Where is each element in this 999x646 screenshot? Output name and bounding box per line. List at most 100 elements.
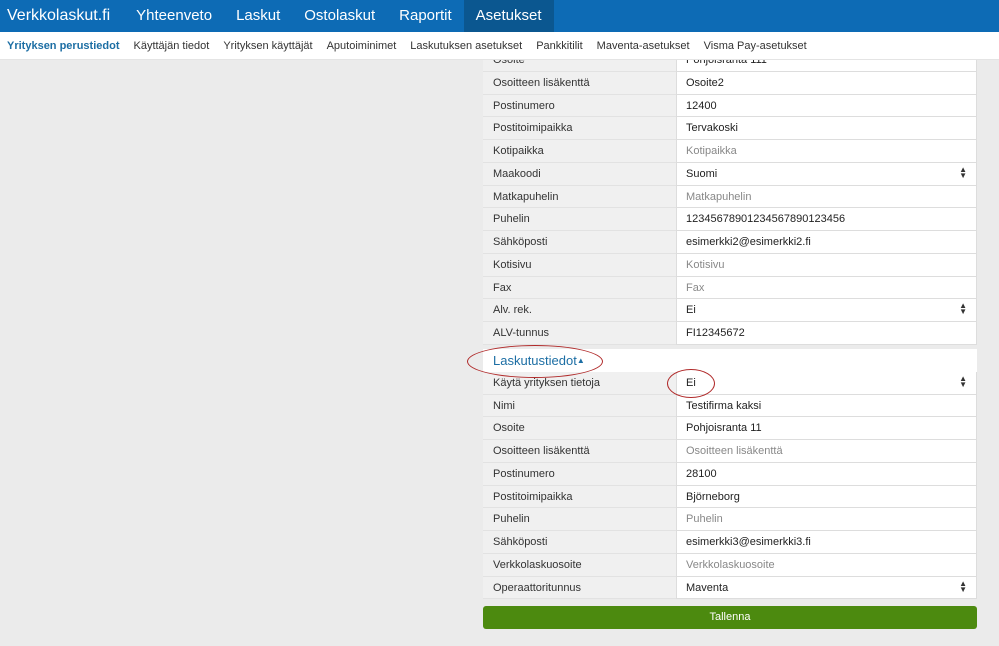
- placeholder-text: Verkkolaskuosoite: [686, 558, 775, 571]
- text-field[interactable]: Puhelin: [676, 508, 977, 531]
- field-label: Postinumero: [483, 94, 676, 118]
- field-label: Osoite: [483, 417, 676, 440]
- text-field[interactable]: Matkapuhelin: [676, 185, 977, 209]
- save-button[interactable]: Tallenna: [483, 606, 977, 629]
- select-field[interactable]: Maventa ▲ ▼: [676, 576, 977, 600]
- field-value: Ei: [686, 304, 696, 317]
- field-label: Postitoimipaikka: [483, 485, 676, 509]
- field-value: esimerkki2@esimerkki2.fi: [686, 236, 811, 248]
- select-field[interactable]: Suomi ▲ ▼: [676, 162, 977, 186]
- select-arrows-icon: ▲ ▼: [959, 164, 967, 180]
- placeholder-text: Kotisivu: [686, 258, 725, 271]
- text-field[interactable]: Verkkolaskuosoite: [676, 553, 977, 577]
- select-arrows-icon: ▲ ▼: [959, 578, 967, 594]
- field-value: 28100: [686, 467, 717, 480]
- text-field[interactable]: FI12345672: [676, 322, 977, 345]
- form-row: Osoitteen lisäkenttä Osoitteen lisäkenttä: [483, 440, 977, 463]
- annotation-ellipse: [467, 345, 603, 378]
- annotation-ellipse: [667, 369, 715, 398]
- form-row: Operaattoritunnus Maventa ▲ ▼: [483, 576, 977, 600]
- field-label: Alv. rek.: [483, 299, 676, 322]
- form-row: ALV-tunnus FI12345672: [483, 322, 977, 345]
- form-row: Fax Fax: [483, 276, 977, 300]
- text-field[interactable]: Testifirma kaksi: [676, 394, 977, 418]
- field-value: Tervakoski: [686, 122, 738, 135]
- field-label: Nimi: [483, 394, 676, 418]
- text-field[interactable]: 28100: [676, 462, 977, 486]
- text-field[interactable]: Björneborg: [676, 485, 977, 509]
- form-row: Postitoimipaikka Björneborg: [483, 485, 977, 509]
- text-field[interactable]: Kotisivu: [676, 253, 977, 277]
- placeholder-text: Kotipaikka: [686, 145, 737, 157]
- form-row: Postinumero 28100: [483, 462, 977, 486]
- form-row: Verkkolaskuosoite Verkkolaskuosoite: [483, 553, 977, 577]
- select-field[interactable]: Ei ▲ ▼: [676, 299, 977, 322]
- text-field[interactable]: Kotipaikka: [676, 140, 977, 163]
- form-row: Sähköposti esimerkki2@esimerkki2.fi: [483, 231, 977, 254]
- settings-form: Osoite Pohjoisranta 111 Osoitteen lisäkent…: [483, 49, 977, 600]
- field-label: Matkapuhelin: [483, 185, 676, 209]
- text-field[interactable]: Osoite2: [676, 71, 977, 95]
- form-row: Alv. rek. Ei ▲ ▼: [483, 299, 977, 322]
- text-field[interactable]: esimerkki2@esimerkki2.fi: [676, 231, 977, 254]
- tab-yrityksen-kayttajat[interactable]: Yrityksen käyttäjät: [216, 32, 319, 59]
- tab-pankkitilit[interactable]: Pankkitilit: [529, 32, 589, 59]
- billing-fields: Käytä yrityksen tietoja Ei ▲ ▼ Nimi Testifirm…: [483, 371, 977, 600]
- field-label: Kotipaikka: [483, 140, 676, 163]
- placeholder-text: Puhelin: [686, 513, 723, 526]
- field-label: Verkkolaskuosoite: [483, 553, 676, 577]
- nav-asetukset[interactable]: Asetukset: [463, 0, 554, 32]
- top-nav: Verkkolaskut.fi Yhteenveto Laskut Ostola…: [0, 0, 999, 32]
- field-label: Postinumero: [483, 462, 676, 486]
- text-field[interactable]: Tervakoski: [676, 117, 977, 140]
- tab-maventa-asetukset[interactable]: Maventa-asetukset: [590, 32, 697, 59]
- text-field[interactable]: 12345678901234567890123456: [676, 208, 977, 231]
- placeholder-text: Matkapuhelin: [686, 190, 752, 203]
- form-row: Osoite Pohjoisranta 11: [483, 417, 977, 440]
- brand-logo[interactable]: Verkkolaskut.fi: [0, 0, 124, 32]
- form-row: Osoitteen lisäkenttä Osoite2: [483, 71, 977, 95]
- form-row: Matkapuhelin Matkapuhelin: [483, 185, 977, 209]
- field-value: Björneborg: [686, 490, 740, 503]
- field-label: Operaattoritunnus: [483, 576, 676, 600]
- company-fields: Osoite Pohjoisranta 111 Osoitteen lisäkent…: [483, 49, 977, 345]
- field-value: Osoite2: [686, 76, 724, 89]
- text-field[interactable]: 12400: [676, 94, 977, 118]
- tab-laskutuksen-asetukset[interactable]: Laskutuksen asetukset: [403, 32, 529, 59]
- field-value: Testifirma kaksi: [686, 399, 762, 412]
- tab-kayttajan-tiedot[interactable]: Käyttäjän tiedot: [126, 32, 216, 59]
- form-row: Sähköposti esimerkki3@esimerkki3.fi: [483, 531, 977, 554]
- field-label: Osoitteen lisäkenttä: [483, 71, 676, 95]
- nav-raportit[interactable]: Raportit: [387, 0, 464, 32]
- form-row: Kotipaikka Kotipaikka: [483, 140, 977, 163]
- select-field[interactable]: Ei ▲ ▼: [676, 371, 977, 395]
- form-row: Puhelin Puhelin: [483, 508, 977, 531]
- placeholder-text: Osoitteen lisäkenttä: [686, 445, 783, 457]
- field-label: Kotisivu: [483, 253, 676, 277]
- nav-ostolaskut[interactable]: Ostolaskut: [292, 0, 387, 32]
- field-label: Osoitteen lisäkenttä: [483, 440, 676, 463]
- nav-laskut[interactable]: Laskut: [224, 0, 292, 32]
- tab-aputoiminimet[interactable]: Aputoiminimet: [320, 32, 404, 59]
- field-value: Suomi: [686, 167, 718, 180]
- select-arrows-icon: ▲ ▼: [959, 373, 967, 389]
- select-arrows-icon: ▲ ▼: [959, 301, 967, 317]
- field-value: 12400: [686, 99, 717, 112]
- field-label: Fax: [483, 276, 676, 300]
- form-row: Postinumero 12400: [483, 94, 977, 118]
- text-field[interactable]: Fax: [676, 276, 977, 300]
- tab-visma-pay-asetukset[interactable]: Visma Pay-asetukset: [697, 32, 814, 59]
- text-field[interactable]: esimerkki3@esimerkki3.fi: [676, 531, 977, 554]
- nav-yhteenveto[interactable]: Yhteenveto: [124, 0, 224, 32]
- field-label: ALV-tunnus: [483, 322, 676, 345]
- tab-yrityksen-perustiedot[interactable]: Yrityksen perustiedot: [0, 32, 126, 59]
- form-row: Nimi Testifirma kaksi: [483, 394, 977, 418]
- field-value: Maventa: [686, 581, 729, 594]
- field-label: Postitoimipaikka: [483, 117, 676, 140]
- field-value: FI12345672: [686, 327, 745, 339]
- field-label: Maakoodi: [483, 162, 676, 186]
- text-field[interactable]: Pohjoisranta 11: [676, 417, 977, 440]
- text-field[interactable]: Osoitteen lisäkenttä: [676, 440, 977, 463]
- field-value: Pohjoisranta 11: [686, 422, 762, 435]
- field-value: 12345678901234567890123456: [686, 213, 846, 226]
